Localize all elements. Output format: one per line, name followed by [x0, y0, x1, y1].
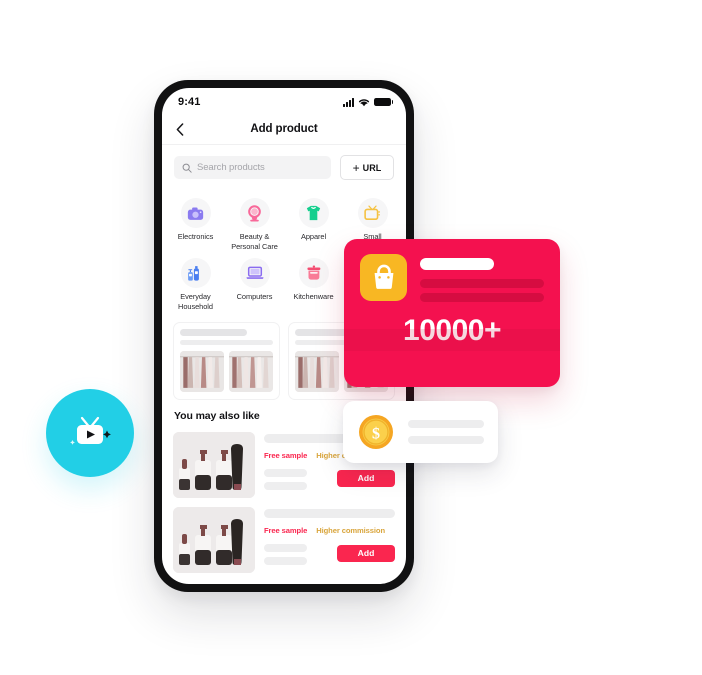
placeholder-bar — [420, 258, 494, 270]
placeholder-bars — [264, 543, 331, 565]
category-kitchenware[interactable]: Kitchenware — [284, 253, 343, 313]
product-bottom-row: Add — [264, 543, 395, 565]
commission-card: $ — [343, 401, 498, 463]
status-bar: 9:41 — [162, 88, 406, 114]
wifi-icon — [358, 98, 370, 106]
placeholder-bar — [264, 556, 307, 565]
placeholder-sub-bar — [180, 339, 273, 345]
promo-card[interactable] — [173, 321, 280, 400]
tv-play-icon — [70, 416, 111, 445]
clothing-rack-image — [229, 350, 273, 392]
search-placeholder: Search products — [197, 162, 265, 173]
search-row: Search products + URL — [162, 145, 406, 187]
search-icon — [182, 163, 192, 173]
cosmetic-bottles-image — [173, 431, 255, 498]
promo-images — [180, 350, 273, 392]
add-url-button[interactable]: + URL — [340, 155, 394, 180]
category-label: Electronics — [177, 232, 214, 241]
category-label: Beauty & Personal Care — [231, 232, 278, 251]
status-time: 9:41 — [178, 96, 201, 108]
product-bottom-row: Add — [264, 468, 395, 490]
svg-text:$: $ — [372, 426, 380, 443]
status-icons — [343, 97, 394, 107]
category-electronics[interactable]: Electronics — [166, 193, 225, 253]
product-tags: Free sample Higher commission — [264, 526, 395, 535]
scene: 9:41 Add product Search products + URL E… — [0, 0, 702, 675]
category-label: Apparel — [300, 232, 327, 241]
clothing-rack-image — [295, 350, 339, 392]
tag-higher-commission: Higher commission — [316, 525, 386, 535]
category-beauty-personal-care[interactable]: Beauty & Personal Care — [225, 193, 284, 253]
category-everyday-household[interactable]: Everyday Household — [166, 253, 225, 313]
battery-icon — [374, 97, 394, 107]
product-row[interactable]: Free sample Higher commission Add — [173, 502, 395, 577]
pot-icon — [298, 258, 329, 289]
add-product-button[interactable]: Add — [337, 469, 395, 487]
laptop-icon — [239, 258, 270, 289]
category-apparel[interactable]: Apparel — [284, 193, 343, 253]
product-info: Free sample Higher commission Add — [264, 507, 395, 573]
category-label: Kitchenware — [293, 292, 334, 302]
tshirt-icon — [298, 198, 329, 228]
placeholder-bar — [420, 279, 544, 288]
mirror-icon — [239, 198, 270, 228]
orders-count-card: 10000+ — [344, 239, 560, 387]
placeholder-bar — [408, 436, 484, 444]
bottles-icon — [180, 258, 211, 289]
tag-free-sample: Free sample — [264, 450, 308, 460]
nav-bar: Add product — [162, 114, 406, 145]
clothing-rack-image — [180, 350, 224, 392]
page-title: Add product — [250, 123, 318, 135]
category-label: Everyday Household — [178, 292, 213, 311]
card-header — [344, 239, 560, 302]
plus-icon: + — [352, 160, 360, 175]
shopping-bag-icon — [360, 254, 407, 301]
camera-icon — [180, 198, 211, 228]
category-label: Computers — [236, 292, 273, 302]
card-placeholder-lines — [408, 420, 484, 444]
cellular-signal-icon — [343, 97, 354, 107]
add-product-button[interactable]: Add — [337, 544, 395, 562]
card-divider — [344, 329, 560, 351]
card-placeholder-lines — [420, 254, 544, 302]
placeholder-bar — [264, 481, 307, 490]
placeholder-bar — [264, 468, 307, 477]
url-button-label: URL — [362, 162, 382, 173]
placeholder-bars — [264, 468, 331, 490]
cosmetic-bottles-image — [173, 506, 255, 573]
television-icon — [357, 198, 388, 228]
tag-free-sample: Free sample — [264, 525, 308, 535]
placeholder-title-bar — [264, 508, 395, 518]
placeholder-bar — [264, 543, 307, 552]
dollar-coin-icon: $ — [357, 413, 395, 451]
chevron-left-icon — [176, 122, 184, 136]
live-video-badge — [46, 389, 134, 477]
placeholder-bar — [408, 420, 484, 428]
back-button[interactable] — [171, 120, 189, 138]
category-computers[interactable]: Computers — [225, 253, 284, 313]
placeholder-bar — [420, 293, 544, 302]
placeholder-title-bar — [180, 328, 247, 336]
search-input[interactable]: Search products — [174, 156, 331, 179]
